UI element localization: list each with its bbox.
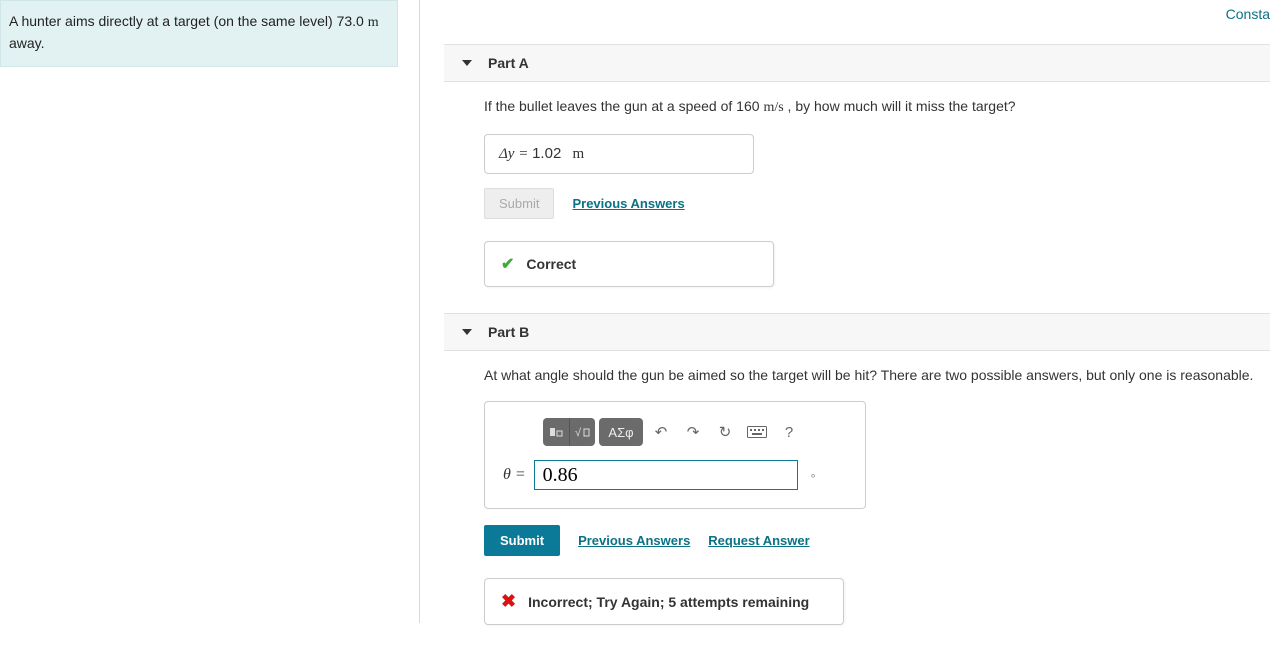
previous-answers-link-b[interactable]: Previous Answers [578,533,690,548]
svg-text:√: √ [575,427,582,439]
reset-button[interactable]: ↻ [711,418,739,446]
undo-button[interactable]: ↶ [647,418,675,446]
angle-input[interactable] [534,460,798,490]
previous-answers-link-a[interactable]: Previous Answers [572,196,684,211]
part-a-answer-box: Δy = 1.02 m [484,134,754,174]
x-icon: ✖ [501,591,516,612]
greek-symbols-button[interactable]: ΑΣφ [599,418,643,446]
left-column: A hunter aims directly at a target (on t… [0,0,420,623]
equation-toolbar: √ ΑΣφ ↶ ↷ ↻ ? [543,418,847,446]
symbols-group: ΑΣφ [599,418,643,446]
problem-statement: A hunter aims directly at a target (on t… [0,0,398,67]
degree-unit: ∘ [810,469,817,482]
chevron-down-icon [462,60,472,66]
answer-input-panel: √ ΑΣφ ↶ ↷ ↻ ? θ = [484,401,866,509]
problem-unit: m [368,15,379,30]
part-b-question: At what angle should the gun be aimed so… [484,367,1270,383]
part-a-title: Part A [488,55,529,71]
part-b-header[interactable]: Part B [444,313,1270,351]
redo-button[interactable]: ↷ [679,418,707,446]
part-b-buttons: Submit Previous Answers Request Answer [484,525,1270,556]
part-a-feedback: ✔ Correct [484,241,774,287]
template-group: √ [543,418,595,446]
part-b-title: Part B [488,324,529,340]
part-a-header[interactable]: Part A [444,44,1270,82]
feedback-text-a: Correct [526,256,576,272]
answer-value: 1.02 [532,145,561,162]
equation-row: θ = ∘ [503,460,847,490]
answer-unit: m [573,146,585,162]
template-button[interactable] [543,418,569,446]
problem-text-a: A hunter aims directly at a target (on t… [9,13,368,29]
answer-label: Δy = [499,146,532,162]
main-layout: A hunter aims directly at a target (on t… [0,0,1270,623]
part-b-feedback: ✖ Incorrect; Try Again; 5 attempts remai… [484,578,844,625]
right-column: Part A If the bullet leaves the gun at a… [420,0,1270,623]
request-answer-link[interactable]: Request Answer [708,533,809,548]
part-a-buttons: Submit Previous Answers [484,188,1270,219]
qA-unit: m/s [763,100,783,115]
check-icon: ✔ [501,254,514,274]
theta-label: θ = [503,466,526,484]
chevron-down-icon [462,329,472,335]
keyboard-button[interactable] [743,418,771,446]
part-a-question: If the bullet leaves the gun at a speed … [484,98,1270,116]
submit-button-a: Submit [484,188,554,219]
part-b-body: At what angle should the gun be aimed so… [444,351,1270,651]
qA-pre: If the bullet leaves the gun at a speed … [484,98,763,114]
help-button[interactable]: ? [775,418,803,446]
part-a-body: If the bullet leaves the gun at a speed … [444,82,1270,313]
submit-button-b[interactable]: Submit [484,525,560,556]
qA-post: , by how much will it miss the target? [784,98,1016,114]
feedback-text-b: Incorrect; Try Again; 5 attempts remaini… [528,594,809,610]
brand-link[interactable]: Consta [1226,6,1270,22]
root-button[interactable]: √ [569,418,595,446]
problem-text-b: away. [9,35,45,51]
